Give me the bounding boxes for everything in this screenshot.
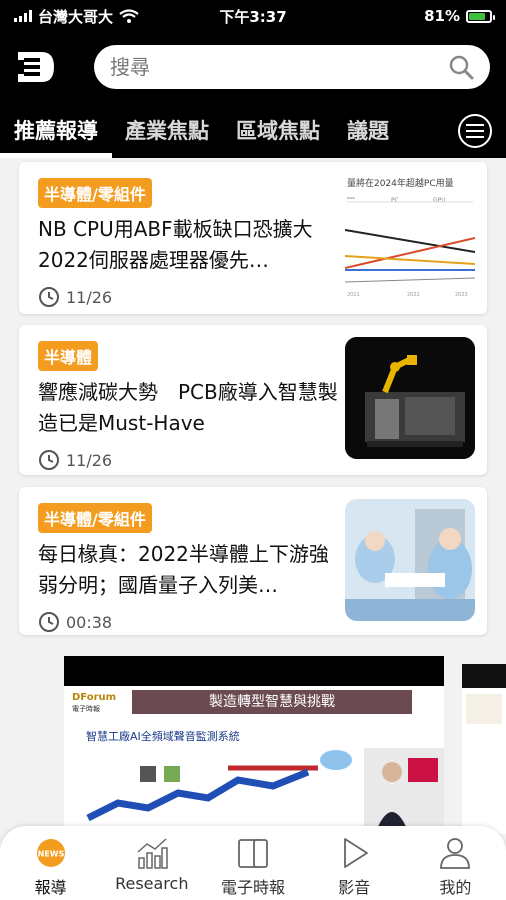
nav-e-paper[interactable]: 電子時報 bbox=[203, 836, 303, 898]
article-time-text: 11/26 bbox=[66, 450, 113, 470]
video-carousel[interactable]: DForum 電子時報 製造轉型智慧與挑戰 智慧工廠AI全頻域聲音監測系統 bbox=[0, 656, 506, 836]
digitimes-logo-icon[interactable] bbox=[14, 45, 58, 89]
thumb-chart-title: 量將在2024年超越PC用量 bbox=[347, 177, 454, 189]
nav-news-label: 報導 bbox=[34, 878, 67, 897]
battery-percent: 81% bbox=[424, 7, 460, 25]
search-icon[interactable] bbox=[448, 54, 474, 80]
article-time: 11/26 bbox=[38, 449, 338, 471]
article-card[interactable]: 半導體 響應減碳大勢 PCB廠導入智慧製造已是Must-Have 11/26 bbox=[19, 325, 487, 475]
menu-icon[interactable] bbox=[458, 114, 492, 148]
article-card[interactable]: 半導體/零組件 NB CPU用ABF載板缺口恐擴大 2022伺服器處理器優先… … bbox=[19, 162, 487, 314]
category-badge: 半導體/零組件 bbox=[38, 178, 152, 208]
app-bar bbox=[0, 32, 506, 102]
article-title: NB CPU用ABF載板缺口恐擴大 2022伺服器處理器優先… bbox=[38, 217, 333, 272]
article-title: 響應減碳大勢 PCB廠導入智慧製造已是Must-Have bbox=[38, 380, 338, 435]
research-chart-icon bbox=[137, 838, 168, 869]
wifi-icon bbox=[119, 9, 139, 23]
nav-news[interactable]: NEWS 報導 bbox=[1, 836, 101, 898]
article-thumbnail-cleanroom bbox=[345, 499, 475, 621]
article-thumbnail-chart: 量將在2024年超越PC用量 PC GPU 2021 2022 2023 bbox=[345, 172, 475, 300]
signal-icon bbox=[14, 10, 32, 22]
svg-text:GPU: GPU bbox=[433, 197, 446, 204]
clock-icon bbox=[39, 450, 59, 470]
search-input[interactable] bbox=[110, 55, 448, 79]
category-badge: 半導體/零組件 bbox=[38, 503, 152, 533]
clock-icon bbox=[39, 612, 59, 632]
nav-video-label: 影音 bbox=[338, 878, 371, 897]
article-time-text: 00:38 bbox=[66, 612, 113, 632]
category-badge: 半導體 bbox=[38, 341, 99, 371]
video-thumbnail-next[interactable] bbox=[462, 664, 506, 834]
category-tabs: 推薦報導 產業焦點 區域焦點 議題 bbox=[0, 102, 506, 158]
tab-industry-focus[interactable]: 產業焦點 bbox=[125, 102, 209, 158]
svg-text:2023: 2023 bbox=[455, 292, 468, 298]
article-time: 00:38 bbox=[38, 611, 338, 633]
clock-icon bbox=[39, 287, 59, 307]
bottom-navigation: NEWS 報導 Research 電子時報 影音 我的 bbox=[0, 826, 506, 900]
tab-topics[interactable]: 議題 bbox=[347, 102, 389, 158]
article-card[interactable]: 半導體/零組件 每日椽真：2022半導體上下游強弱分明；國盾量子入列美… 00:… bbox=[19, 487, 487, 635]
svg-text:NEWS: NEWS bbox=[37, 850, 64, 859]
nav-profile-label: 我的 bbox=[439, 878, 472, 897]
video-slide-title: 智慧工廠AI全頻域聲音監測系統 bbox=[86, 730, 240, 743]
nav-video[interactable]: 影音 bbox=[304, 836, 404, 898]
article-time-text: 11/26 bbox=[66, 287, 113, 307]
tab-recommended[interactable]: 推薦報導 bbox=[0, 102, 112, 158]
video-brand-sub: 電子時報 bbox=[72, 705, 100, 713]
video-diagram bbox=[86, 750, 352, 822]
tab-regional-focus[interactable]: 區域焦點 bbox=[236, 102, 320, 158]
nav-research-label: Research bbox=[115, 874, 189, 893]
e-paper-icon bbox=[238, 839, 268, 868]
article-thumbnail-robot bbox=[345, 337, 475, 459]
search-bar[interactable] bbox=[94, 45, 490, 89]
svg-text:PC: PC bbox=[391, 197, 399, 204]
nav-e-paper-label: 電子時報 bbox=[220, 878, 285, 897]
user-icon bbox=[440, 838, 471, 869]
nav-research[interactable]: Research bbox=[102, 836, 202, 893]
svg-text:2022: 2022 bbox=[407, 292, 420, 298]
nav-profile[interactable]: 我的 bbox=[405, 836, 505, 898]
svg-text:2021: 2021 bbox=[347, 292, 360, 298]
video-brand: DForum bbox=[72, 692, 117, 703]
status-bar: 台灣大哥大 下午3:37 81% bbox=[0, 0, 506, 32]
play-icon bbox=[344, 838, 369, 868]
video-banner: 製造轉型智慧與挑戰 bbox=[132, 690, 412, 714]
speaker-video bbox=[364, 748, 444, 836]
carrier-name: 台灣大哥大 bbox=[38, 7, 114, 26]
article-time: 11/26 bbox=[38, 286, 338, 308]
battery-icon bbox=[466, 9, 495, 23]
video-thumbnail[interactable]: DForum 電子時報 製造轉型智慧與挑戰 智慧工廠AI全頻域聲音監測系統 bbox=[64, 656, 444, 836]
article-title: 每日椽真：2022半導體上下游強弱分明；國盾量子入列美… bbox=[38, 542, 329, 597]
news-icon: NEWS bbox=[36, 839, 65, 867]
